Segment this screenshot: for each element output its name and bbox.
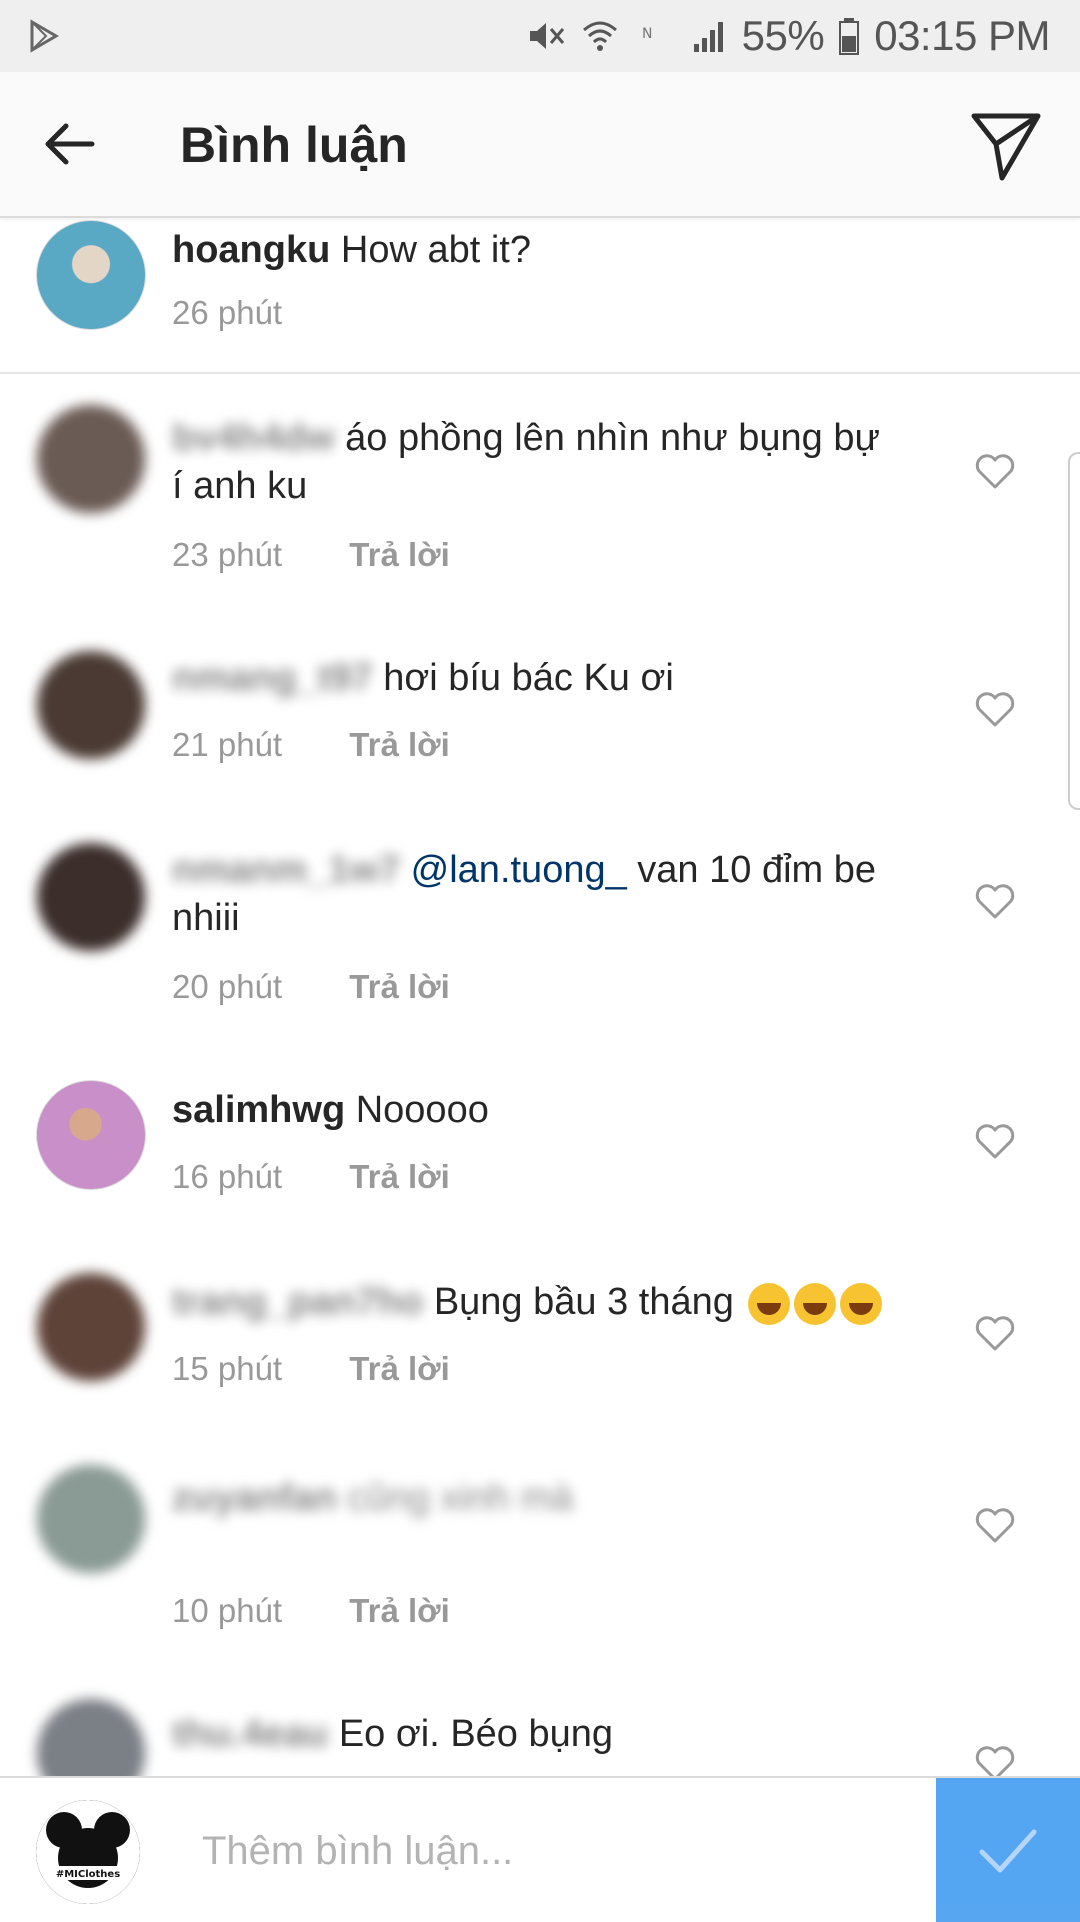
heart-icon[interactable]: [974, 1122, 1016, 1160]
comment-username[interactable]: trang_pan7ho: [172, 1281, 423, 1323]
comment-time: 21 phút: [172, 726, 283, 763]
comment-text: hơi bíu bác Ku ơi: [383, 657, 674, 699]
mickey-logo-icon: #MIClothes: [36, 1800, 140, 1904]
comment-composer: #MIClothes: [0, 1776, 1080, 1922]
comment-username[interactable]: bv4h4dw: [172, 417, 335, 459]
comment-username[interactable]: nmanm_1w7: [172, 849, 400, 891]
status-bar: N 55% 03:15 PM: [0, 0, 1080, 72]
back-arrow-icon[interactable]: [40, 114, 100, 174]
caption-username[interactable]: hoangku: [172, 229, 330, 271]
comment-username[interactable]: zuyanfan: [172, 1477, 337, 1519]
heart-icon[interactable]: [974, 1506, 1016, 1544]
comment-text: cũng xinh mà: [347, 1477, 574, 1519]
play-store-icon: [30, 19, 59, 53]
comment-text: Eo ơi. Béo bụng: [338, 1713, 614, 1755]
avatar[interactable]: [36, 650, 146, 760]
reply-button[interactable]: Trả lời: [349, 536, 450, 573]
laughing-emoji-icon: [748, 1282, 791, 1325]
comment-time: 20 phút: [172, 968, 283, 1005]
avatar[interactable]: #MIClothes: [36, 1800, 140, 1904]
avatar[interactable]: [36, 220, 146, 330]
reply-button[interactable]: Trả lời: [349, 1592, 450, 1629]
scrollbar[interactable]: [1068, 452, 1080, 810]
avatar[interactable]: [36, 1080, 146, 1190]
caption-text: How abt it?: [340, 229, 531, 271]
checkmark-icon: [979, 1829, 1037, 1873]
comment-input[interactable]: [200, 1806, 904, 1896]
send-direct-icon[interactable]: [968, 108, 1044, 184]
clock: 03:15 PM: [874, 12, 1050, 59]
heart-icon[interactable]: [974, 1314, 1016, 1352]
nfc-icon: N: [642, 26, 652, 42]
heart-icon[interactable]: [974, 882, 1016, 920]
comment-text-continued: í anh ku: [172, 465, 308, 507]
battery-percent: 55%: [741, 12, 825, 59]
comment-username[interactable]: salimhwg: [172, 1089, 345, 1131]
svg-text:N: N: [642, 26, 652, 42]
comment-text: Bụng bầu 3 tháng: [433, 1281, 734, 1323]
svg-text:#MIClothes: #MIClothes: [56, 1869, 120, 1880]
comment-text: van 10 đỉm be: [626, 849, 876, 891]
comment-text: áo phồng lên nhìn như bụng bự: [345, 417, 880, 459]
post-caption: hoangku How abt it? 26 phút: [0, 218, 1080, 374]
comment-username[interactable]: thu.4eau: [172, 1713, 328, 1755]
signal-icon: [693, 22, 723, 52]
caption-time: 26 phút: [172, 294, 283, 331]
reply-button[interactable]: Trả lời: [349, 1350, 450, 1387]
wifi-icon: [582, 21, 617, 51]
reply-button[interactable]: Trả lời: [349, 968, 450, 1005]
avatar[interactable]: [36, 404, 146, 514]
comment-text: Nooooo: [355, 1089, 489, 1131]
post-comment-button[interactable]: [936, 1778, 1080, 1922]
avatar[interactable]: [36, 1464, 146, 1574]
laughing-emoji-icon: [840, 1282, 883, 1325]
comment-time: 10 phút: [172, 1592, 283, 1629]
heart-icon[interactable]: [974, 452, 1016, 490]
mention-link[interactable]: @lan.tuong_: [411, 849, 627, 891]
avatar[interactable]: [36, 842, 146, 952]
heart-icon[interactable]: [974, 690, 1016, 728]
page-title: Bình luận: [180, 117, 408, 173]
avatar[interactable]: [36, 1272, 146, 1382]
comment-time: 15 phút: [172, 1350, 283, 1387]
comment-time: 16 phút: [172, 1158, 283, 1195]
comment-username[interactable]: nmang_t97: [172, 657, 373, 699]
top-app-bar: Bình luận: [0, 72, 1080, 218]
reply-button[interactable]: Trả lời: [349, 726, 450, 763]
laughing-emoji-icon: [794, 1282, 837, 1325]
reply-button[interactable]: Trả lời: [349, 1158, 450, 1195]
battery-icon: [839, 18, 860, 55]
comment-text-continued: nhiii: [172, 897, 240, 939]
comment-time: 23 phút: [172, 536, 283, 573]
mute-icon: [529, 23, 564, 49]
